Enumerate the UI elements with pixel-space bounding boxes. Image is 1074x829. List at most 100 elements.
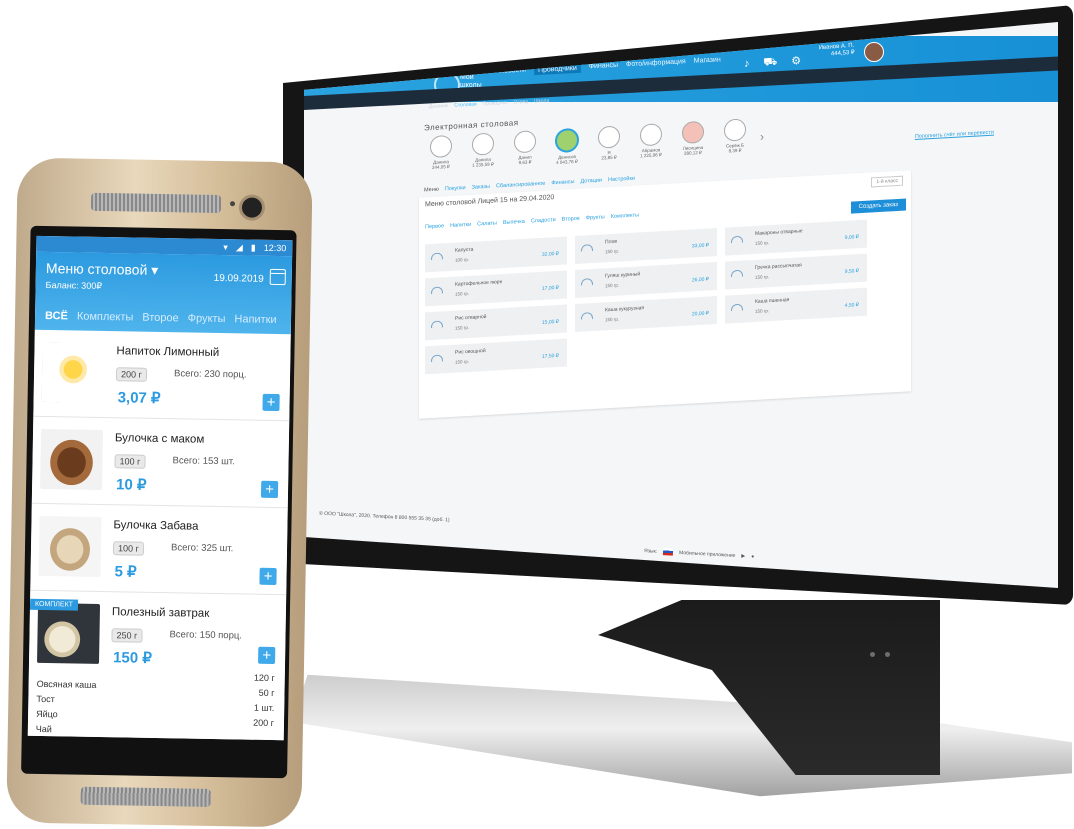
person-card[interactable]: Абрамов 1 225,96 ₽ bbox=[634, 123, 668, 162]
google-play-icon[interactable]: ▶ bbox=[741, 553, 745, 559]
tab-fruits[interactable]: Фрукты bbox=[188, 312, 226, 325]
monitor-stand-base bbox=[292, 674, 1072, 797]
menu-item[interactable]: Каша пшенная 150 гр. 4,50 ₽ bbox=[725, 287, 867, 324]
mobile-apps-label: Мобильное приложение bbox=[678, 549, 736, 559]
menu-card: Меню столовой Лицей 15 на 29.04.2020 1-й… bbox=[419, 170, 911, 419]
mobile-header: Меню столовой ▾ Баланс: 300₽ 19.09.2019 … bbox=[34, 251, 293, 335]
subnav-item[interactable]: Отряд bbox=[513, 99, 528, 106]
item-price: 9,50 ₽ bbox=[844, 268, 859, 275]
person-balance: 23,85 ₽ bbox=[601, 154, 617, 161]
settings-icon[interactable]: ⚙ bbox=[791, 54, 802, 69]
page-title[interactable]: Меню столовой ▾ bbox=[46, 260, 159, 279]
tab-drinks[interactable]: Напитки bbox=[234, 313, 276, 326]
product-stock: Всего: 150 порц. bbox=[169, 629, 243, 642]
bell-icon[interactable]: ♪ bbox=[744, 58, 750, 72]
menu-item[interactable]: Рис отварной 150 гр. 15,00 ₽ bbox=[425, 304, 567, 341]
phone-sensor bbox=[230, 201, 236, 207]
tab-combos[interactable]: Комплекты bbox=[77, 311, 134, 324]
category-tab[interactable]: Фрукты bbox=[586, 214, 605, 221]
dish-icon bbox=[431, 286, 443, 295]
item-weight: 150 гр. bbox=[605, 316, 620, 323]
tab-orders[interactable]: Заказы bbox=[472, 184, 490, 191]
combo-item[interactable]: КОМПЛЕКТ Полезный завтрак 250 г Всего: 1… bbox=[28, 591, 286, 740]
product-weight: 100 г bbox=[114, 454, 146, 469]
subnav-item[interactable]: Проводчик bbox=[482, 100, 507, 107]
chevron-right-icon[interactable]: › bbox=[760, 129, 764, 143]
add-icon[interactable]: + bbox=[258, 646, 276, 665]
item-price: 32,00 ₽ bbox=[541, 250, 559, 258]
person-card-selected[interactable]: Денисов 4 043,76 ₽ bbox=[550, 127, 584, 166]
item-name: Гречка рассыпчатая bbox=[755, 262, 802, 271]
category-tab[interactable]: Выпечка bbox=[503, 219, 525, 226]
menu-item[interactable]: Картофельное пюре 150 гр. 17,00 ₽ bbox=[425, 270, 567, 307]
product-weight: 250 г bbox=[111, 628, 143, 643]
footer-language: Язык: Мобильное приложение ▶ ● bbox=[644, 547, 755, 560]
tab-balanced[interactable]: Сбалансированное bbox=[496, 181, 545, 190]
category-tabs: ВСЁ Комплекты Второе Фрукты Напитки bbox=[45, 310, 277, 326]
list-item[interactable]: Булочка с маком 100 г Всего: 153 шт. 10 … bbox=[31, 416, 290, 509]
category-tab[interactable]: Комплекты bbox=[611, 212, 639, 220]
add-icon[interactable]: + bbox=[259, 567, 277, 586]
person-card[interactable]: Лисицина 280,12 ₽ bbox=[676, 120, 710, 159]
item-name: Плов bbox=[605, 238, 618, 246]
user-info[interactable]: Иванов А. П. 444,53 ₽ bbox=[819, 43, 855, 59]
category-tab[interactable]: Напитки bbox=[450, 222, 471, 229]
tab-mains[interactable]: Второе bbox=[142, 312, 179, 325]
item-name: Капуста bbox=[455, 246, 474, 254]
product-name: Булочка с маком bbox=[114, 432, 205, 446]
product-weight: 100 г bbox=[112, 541, 144, 556]
combo-component-name: Тост bbox=[36, 693, 55, 705]
category-tab[interactable]: Салаты bbox=[477, 220, 497, 227]
tab-purchases[interactable]: Покупки bbox=[445, 185, 466, 192]
product-image bbox=[41, 341, 105, 404]
subnav-item[interactable]: Столовая bbox=[454, 102, 477, 109]
item-price: 20,00 ₽ bbox=[691, 310, 709, 318]
person-balance: 1 225,96 ₽ bbox=[640, 152, 662, 159]
phone-device: ▾ ◢ ▮ 12:30 Меню столовой ▾ Баланс: 300₽… bbox=[6, 157, 313, 828]
calendar-icon[interactable] bbox=[269, 268, 286, 286]
person-avatar-icon bbox=[555, 127, 579, 154]
category-tab[interactable]: Сладости bbox=[531, 217, 556, 224]
person-card[interactable]: Серёж Б 8,39 ₽ bbox=[718, 118, 752, 157]
item-weight: 150 гр. bbox=[455, 290, 470, 297]
list-item[interactable]: Напиток Лимонный 200 г Всего: 230 порц. … bbox=[33, 329, 291, 422]
nav-item[interactable]: Магазин bbox=[694, 56, 721, 66]
tab-menu[interactable]: Меню bbox=[424, 187, 439, 194]
cart-icon[interactable]: ⛟ bbox=[763, 56, 778, 71]
dish-icon bbox=[581, 243, 593, 252]
menu-item[interactable]: Рис овощной 150 гр. 17,50 ₽ bbox=[425, 338, 567, 375]
menu-item[interactable]: Гречка рассыпчатая 150 гр. 9,50 ₽ bbox=[725, 253, 867, 290]
signal-icon: ◢ bbox=[235, 241, 243, 252]
menu-item[interactable]: Каша кукурузная 150 гр. 20,00 ₽ bbox=[575, 296, 717, 332]
category-tab[interactable]: Второе bbox=[562, 216, 580, 223]
tab-subsidies[interactable]: Дотации bbox=[580, 177, 602, 184]
person-card[interactable]: Я 23,85 ₽ bbox=[592, 125, 626, 164]
class-filter-select[interactable]: 1-й класс bbox=[871, 175, 903, 188]
apple-icon[interactable]: ● bbox=[751, 553, 754, 559]
item-name: Каша пшенная bbox=[755, 297, 790, 305]
subnav-item[interactable]: Школа bbox=[534, 98, 549, 105]
item-name: Каша кукурузная bbox=[605, 305, 645, 314]
menu-item[interactable]: Плов 150 гр. 33,00 ₽ bbox=[575, 228, 717, 264]
person-card[interactable]: Данил 9,63 ₽ bbox=[508, 130, 542, 169]
menu-item[interactable]: Гуляш куриный 150 гр. 26,00 ₽ bbox=[575, 262, 717, 298]
tab-settings[interactable]: Настройки bbox=[608, 176, 635, 184]
product-weight: 200 г bbox=[115, 367, 147, 382]
tab-all[interactable]: ВСЁ bbox=[45, 310, 68, 322]
menu-item[interactable]: Капуста 100 гр. 32,00 ₽ bbox=[425, 236, 567, 273]
russian-flag-icon[interactable] bbox=[662, 548, 674, 556]
add-icon[interactable]: + bbox=[260, 480, 279, 499]
person-card[interactable]: Данила 244,05 ₽ bbox=[424, 134, 458, 174]
menu-item[interactable]: Макароны отварные 150 гр. 9,00 ₽ bbox=[725, 219, 867, 256]
category-tab[interactable]: Первое bbox=[425, 223, 444, 230]
item-name: Рис овощной bbox=[455, 347, 486, 356]
person-avatar-icon bbox=[514, 130, 536, 154]
add-icon[interactable]: + bbox=[262, 393, 280, 412]
tab-finance[interactable]: Финансы bbox=[551, 179, 574, 186]
avatar[interactable] bbox=[864, 42, 884, 62]
list-item[interactable]: Булочка Забава 100 г Всего: 325 шт. 5 ₽ … bbox=[30, 503, 288, 596]
create-order-button[interactable]: Создать заказ bbox=[850, 198, 906, 214]
subnav-item[interactable]: Дневник bbox=[429, 103, 449, 110]
person-balance: 280,12 ₽ bbox=[684, 149, 702, 156]
person-card[interactable]: Данила 1 235,59 ₽ bbox=[466, 132, 500, 171]
